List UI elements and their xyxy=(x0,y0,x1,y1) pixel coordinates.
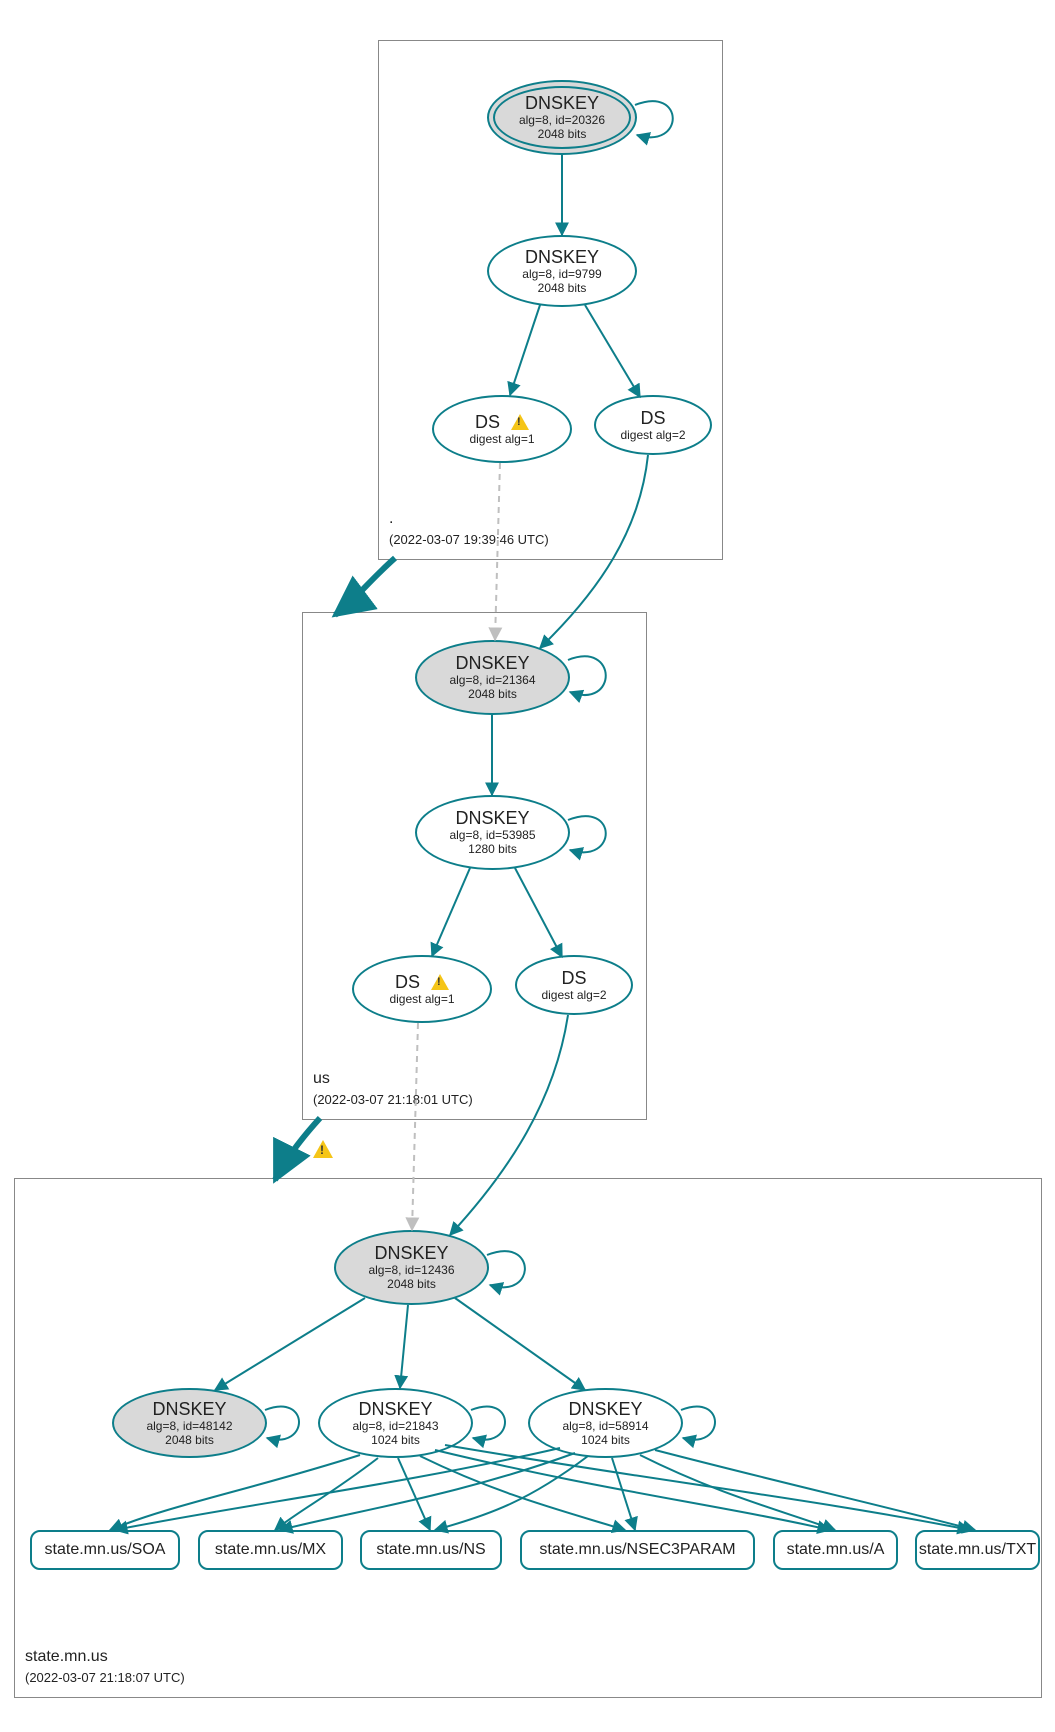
node-root-ds1: DS digest alg=1 xyxy=(432,395,572,463)
zone-us-label: us (2022-03-07 21:18:01 UTC) xyxy=(313,1069,473,1111)
node-us-ds1: DS digest alg=1 xyxy=(352,955,492,1023)
rr-soa: state.mn.us/SOA xyxy=(30,1530,180,1570)
rr-txt: state.mn.us/TXT xyxy=(915,1530,1040,1570)
node-state-21843: DNSKEY alg=8, id=21843 1024 bits xyxy=(318,1388,473,1458)
zone-us-ts: (2022-03-07 21:18:01 UTC) xyxy=(313,1092,473,1107)
node-state-58914: DNSKEY alg=8, id=58914 1024 bits xyxy=(528,1388,683,1458)
rr-mx: state.mn.us/MX xyxy=(198,1530,343,1570)
zone-state-label: state.mn.us (2022-03-07 21:18:07 UTC) xyxy=(25,1647,185,1689)
rr-nsec3: state.mn.us/NSEC3PARAM xyxy=(520,1530,755,1570)
zone-root-label: . (2022-03-07 19:39:46 UTC) xyxy=(389,509,549,551)
zone-us-name: us xyxy=(313,1070,330,1087)
node-root-ksk: DNSKEY alg=8, id=20326 2048 bits xyxy=(487,80,637,155)
rr-a: state.mn.us/A xyxy=(773,1530,898,1570)
node-state-ksk: DNSKEY alg=8, id=12436 2048 bits xyxy=(334,1230,489,1305)
zone-root-name: . xyxy=(389,510,393,527)
warning-icon xyxy=(431,974,449,990)
rr-ns: state.mn.us/NS xyxy=(360,1530,502,1570)
node-state-48142: DNSKEY alg=8, id=48142 2048 bits xyxy=(112,1388,267,1458)
node-sub1: alg=8, id=20326 xyxy=(519,114,605,128)
node-root-zsk: DNSKEY alg=8, id=9799 2048 bits xyxy=(487,235,637,307)
warning-icon xyxy=(313,1140,333,1158)
node-sub2: 2048 bits xyxy=(538,128,587,142)
zone-state-ts: (2022-03-07 21:18:07 UTC) xyxy=(25,1670,185,1685)
warning-icon xyxy=(511,414,529,430)
node-us-ksk: DNSKEY alg=8, id=21364 2048 bits xyxy=(415,640,570,715)
node-root-ds2: DS digest alg=2 xyxy=(594,395,712,455)
node-us-ds2: DS digest alg=2 xyxy=(515,955,633,1015)
zone-state-name: state.mn.us xyxy=(25,1648,108,1665)
zone-root-ts: (2022-03-07 19:39:46 UTC) xyxy=(389,532,549,547)
node-us-zsk: DNSKEY alg=8, id=53985 1280 bits xyxy=(415,795,570,870)
node-title: DNSKEY xyxy=(525,93,599,114)
